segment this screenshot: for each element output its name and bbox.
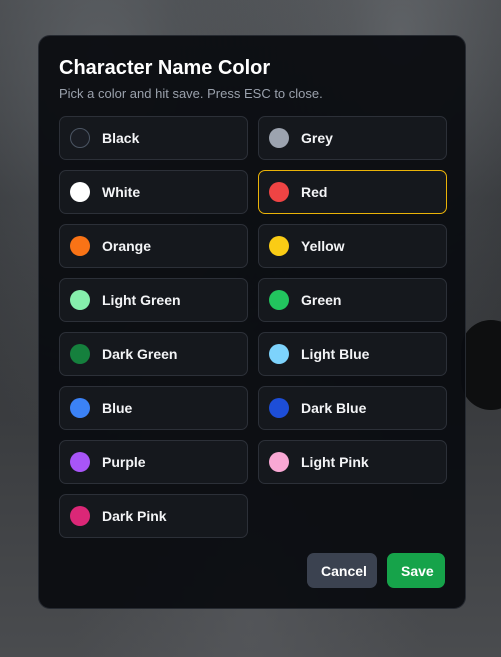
- color-swatch-icon: [70, 128, 90, 148]
- background-object: [461, 320, 501, 410]
- color-option-label: Grey: [301, 130, 333, 146]
- color-swatch-icon: [269, 128, 289, 148]
- color-swatch-icon: [269, 182, 289, 202]
- color-swatch-icon: [269, 452, 289, 472]
- color-swatch-icon: [70, 398, 90, 418]
- color-option-yellow[interactable]: Yellow: [258, 224, 447, 268]
- color-option-label: Black: [102, 130, 140, 146]
- color-option-dark-blue[interactable]: Dark Blue: [258, 386, 447, 430]
- color-option-grey[interactable]: Grey: [258, 116, 447, 160]
- dialog-actions: Cancel Save: [307, 553, 445, 588]
- color-option-label: Light Green: [102, 292, 181, 308]
- color-option-dark-pink[interactable]: Dark Pink: [59, 494, 248, 538]
- color-swatch-icon: [70, 290, 90, 310]
- color-swatch-icon: [269, 344, 289, 364]
- color-option-label: Green: [301, 292, 342, 308]
- save-button[interactable]: Save: [387, 553, 445, 588]
- cancel-button[interactable]: Cancel: [307, 553, 377, 588]
- color-option-black[interactable]: Black: [59, 116, 248, 160]
- color-option-light-blue[interactable]: Light Blue: [258, 332, 447, 376]
- color-option-red[interactable]: Red: [258, 170, 447, 214]
- color-option-green[interactable]: Green: [258, 278, 447, 322]
- color-option-label: Dark Blue: [301, 400, 367, 416]
- color-option-label: Light Blue: [301, 346, 370, 362]
- color-swatch-icon: [70, 506, 90, 526]
- color-swatch-icon: [70, 236, 90, 256]
- color-option-label: Blue: [102, 400, 133, 416]
- color-option-label: Dark Pink: [102, 508, 167, 524]
- color-swatch-icon: [70, 182, 90, 202]
- color-option-blue[interactable]: Blue: [59, 386, 248, 430]
- color-option-label: Light Pink: [301, 454, 369, 470]
- dialog-title: Character Name Color: [59, 57, 271, 79]
- color-option-white[interactable]: White: [59, 170, 248, 214]
- dialog-subtitle: Pick a color and hit save. Press ESC to …: [59, 86, 323, 101]
- name-color-dialog: Character Name Color Pick a color and hi…: [38, 35, 466, 609]
- color-option-orange[interactable]: Orange: [59, 224, 248, 268]
- color-option-purple[interactable]: Purple: [59, 440, 248, 484]
- color-option-label: Red: [301, 184, 328, 200]
- color-options-grid: Black Grey White Red Orange Yellow Light Green…: [59, 116, 447, 538]
- color-swatch-icon: [269, 290, 289, 310]
- color-option-label: Orange: [102, 238, 152, 254]
- color-option-label: Purple: [102, 454, 146, 470]
- color-option-light-pink[interactable]: Light Pink: [258, 440, 447, 484]
- color-option-dark-green[interactable]: Dark Green: [59, 332, 248, 376]
- color-swatch-icon: [70, 452, 90, 472]
- color-option-label: White: [102, 184, 141, 200]
- color-swatch-icon: [269, 398, 289, 418]
- color-option-label: Yellow: [301, 238, 345, 254]
- color-swatch-icon: [269, 236, 289, 256]
- color-option-light-green[interactable]: Light Green: [59, 278, 248, 322]
- color-swatch-icon: [70, 344, 90, 364]
- color-option-label: Dark Green: [102, 346, 178, 362]
